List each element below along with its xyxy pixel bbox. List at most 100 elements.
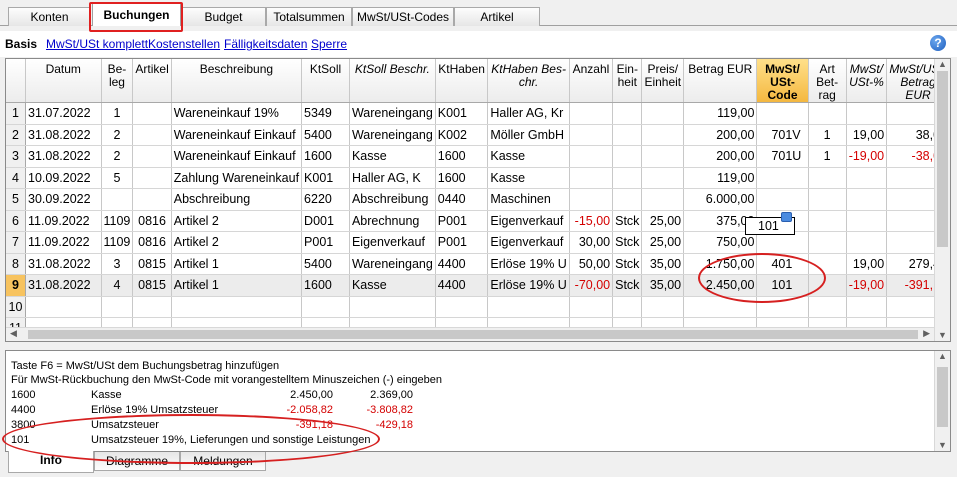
table-cell[interactable] <box>808 102 847 125</box>
table-cell[interactable] <box>756 102 809 125</box>
table-cell[interactable] <box>569 102 614 125</box>
table-cell[interactable] <box>808 296 847 318</box>
view-kostenstellen[interactable]: Kostenstellen <box>148 37 220 51</box>
column-header[interactable]: Anzahl <box>569 59 614 103</box>
table-cell[interactable] <box>25 296 102 318</box>
column-header[interactable]: Artikel <box>132 59 172 103</box>
view-sperre[interactable]: Sperre <box>311 37 347 51</box>
table-cell[interactable]: Stck <box>612 274 643 297</box>
table-row[interactable]: 3 31.08.2022 2 Wareneinkauf Einkauf 1600 Kass… <box>6 145 950 168</box>
table-cell[interactable] <box>132 102 172 125</box>
table-cell[interactable] <box>846 296 888 318</box>
table-cell[interactable] <box>132 296 172 318</box>
table-cell[interactable] <box>641 188 685 211</box>
table-cell[interactable] <box>846 167 888 189</box>
hscroll-thumb[interactable] <box>28 330 918 339</box>
table-cell[interactable]: 119,00 <box>683 167 758 189</box>
table-cell[interactable]: P001 <box>435 210 489 232</box>
table-cell[interactable]: K001 <box>435 102 489 125</box>
table-cell[interactable] <box>756 188 809 211</box>
table-cell[interactable]: 35,00 <box>641 274 685 297</box>
table-cell[interactable]: Stck <box>612 231 643 254</box>
table-cell[interactable]: Wareneinkauf Einkauf <box>171 124 303 146</box>
table-cell[interactable]: Stck <box>612 253 643 275</box>
table-cell[interactable] <box>171 296 303 318</box>
table-cell[interactable] <box>569 188 614 211</box>
table-cell[interactable] <box>132 188 172 211</box>
table-cell[interactable] <box>612 124 643 146</box>
scroll-thumb[interactable] <box>937 71 948 247</box>
table-row[interactable]: 2 31.08.2022 2 Wareneinkauf Einkauf 5400 Ware… <box>6 124 950 146</box>
question-icon[interactable]: ? <box>930 35 946 51</box>
table-cell[interactable]: 10.09.2022 <box>25 167 102 189</box>
table-cell[interactable]: Haller AG, K <box>349 167 436 189</box>
table-cell[interactable] <box>569 167 614 189</box>
tab-mwst-codes[interactable]: MwSt/USt-Codes <box>352 7 454 26</box>
table-cell[interactable] <box>846 231 888 254</box>
table-cell[interactable]: 1600 <box>301 145 350 168</box>
column-header[interactable]: KtHaben <box>435 59 489 103</box>
table-cell[interactable] <box>612 296 643 318</box>
table-cell[interactable]: 701V <box>756 124 809 146</box>
table-cell[interactable] <box>808 167 847 189</box>
table-cell[interactable]: 1600 <box>435 145 489 168</box>
table-cell[interactable] <box>349 296 436 318</box>
table-cell[interactable]: 31.08.2022 <box>25 145 102 168</box>
table-cell[interactable]: Erlöse 19% U <box>487 253 570 275</box>
table-cell[interactable]: -15,00 <box>569 210 614 232</box>
column-header[interactable]: Betrag EUR <box>683 59 758 103</box>
table-row[interactable]: 7 11.09.2022 1109 0816 Artikel 2 P001 Eigenver… <box>6 231 950 254</box>
info-scroll-thumb[interactable] <box>937 367 948 427</box>
table-cell[interactable]: 0816 <box>132 231 172 254</box>
table-cell[interactable]: 25,00 <box>641 210 685 232</box>
table-cell[interactable]: 4 <box>101 274 134 297</box>
table-cell[interactable]: 30,00 <box>569 231 614 254</box>
table-cell[interactable] <box>846 102 888 125</box>
table-cell[interactable]: 1600 <box>301 274 350 297</box>
scroll-right-icon[interactable]: ▶ <box>923 328 930 339</box>
table-cell[interactable]: P001 <box>301 231 350 254</box>
view-basis[interactable]: Basis <box>5 37 37 51</box>
table-cell[interactable] <box>846 188 888 211</box>
table-cell[interactable]: 6.000,00 <box>683 188 758 211</box>
table-cell[interactable]: Wareneingang <box>349 124 436 146</box>
table-cell[interactable]: 31.07.2022 <box>25 102 102 125</box>
table-cell[interactable]: Kasse <box>349 274 436 297</box>
table-cell[interactable] <box>641 102 685 125</box>
column-header[interactable]: KtHaben Bes-chr. <box>487 59 570 103</box>
table-cell[interactable]: Kasse <box>349 145 436 168</box>
table-cell[interactable]: Erlöse 19% U <box>487 274 570 297</box>
table-cell[interactable] <box>569 124 614 146</box>
table-cell[interactable] <box>132 124 172 146</box>
column-header[interactable]: Ein-heit <box>612 59 643 103</box>
table-cell[interactable]: Stck <box>612 210 643 232</box>
table-cell[interactable]: Möller GmbH <box>487 124 570 146</box>
table-cell[interactable]: Wareneingang <box>349 102 436 125</box>
table-cell[interactable]: 19,00 <box>846 124 888 146</box>
view-mwst-komplett[interactable]: MwSt/USt komplett <box>46 37 148 51</box>
table-cell[interactable]: 1600 <box>435 167 489 189</box>
table-cell[interactable]: Kasse <box>487 167 570 189</box>
table-cell[interactable]: 119,00 <box>683 102 758 125</box>
table-cell[interactable]: D001 <box>301 210 350 232</box>
table-cell[interactable]: 0440 <box>435 188 489 211</box>
table-cell[interactable]: 31.08.2022 <box>25 124 102 146</box>
table-cell[interactable]: Maschinen <box>487 188 570 211</box>
table-cell[interactable]: 5400 <box>301 124 350 146</box>
table-cell[interactable]: 3 <box>101 253 134 275</box>
table-cell[interactable]: 4400 <box>435 253 489 275</box>
column-header[interactable]: KtSoll Beschr. <box>349 59 436 103</box>
column-header[interactable]: MwSt/ USt-% <box>846 59 888 103</box>
table-cell[interactable]: Abschreibung <box>349 188 436 211</box>
table-cell[interactable] <box>641 124 685 146</box>
table-cell[interactable] <box>756 167 809 189</box>
table-cell[interactable]: 701U <box>756 145 809 168</box>
scroll-left-icon[interactable]: ◀ <box>10 328 17 339</box>
table-cell[interactable]: -19,00 <box>846 145 888 168</box>
scroll-down-icon[interactable]: ▼ <box>938 330 947 340</box>
table-cell[interactable]: 1109 <box>101 231 134 254</box>
table-cell[interactable] <box>101 188 134 211</box>
info-vertical-scrollbar[interactable]: ▲ ▼ <box>934 351 950 451</box>
table-cell[interactable]: 31.08.2022 <box>25 253 102 275</box>
tab-konten[interactable]: Konten <box>8 7 91 26</box>
